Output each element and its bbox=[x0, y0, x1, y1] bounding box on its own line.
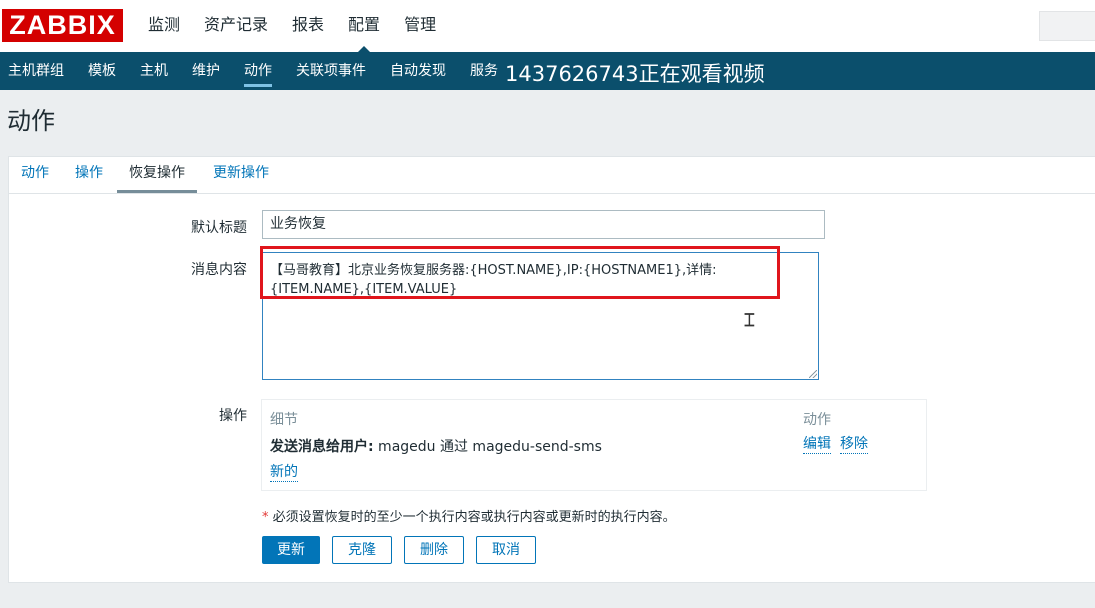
update-button[interactable]: 更新 bbox=[262, 536, 320, 564]
sub-menu-host-groups[interactable]: 主机群组 bbox=[8, 52, 64, 90]
search-input[interactable] bbox=[1039, 11, 1095, 41]
delete-button[interactable]: 删除 bbox=[404, 536, 464, 564]
col-action-header: 动作 bbox=[803, 412, 831, 428]
operations-label: 操作 bbox=[219, 408, 247, 424]
top-menu-inventory[interactable]: 资产记录 bbox=[204, 0, 268, 52]
tab-update-operations[interactable]: 更新操作 bbox=[213, 157, 269, 193]
sub-menu-templates[interactable]: 模板 bbox=[88, 52, 116, 90]
col-details-header: 细节 bbox=[270, 412, 298, 428]
clone-button[interactable]: 克隆 bbox=[332, 536, 392, 564]
sub-menu: 主机群组 模板 主机 维护 动作 关联项事件 自动发现 服务 bbox=[8, 52, 522, 90]
remove-link[interactable]: 移除 bbox=[840, 435, 868, 454]
top-menu-monitoring[interactable]: 监测 bbox=[148, 0, 180, 52]
page-title: 动作 bbox=[7, 107, 55, 135]
tab-operations[interactable]: 操作 bbox=[75, 157, 103, 193]
action-form-card: 动作 操作 恢复操作 更新操作 默认标题 业务恢复 消息内容 【马哥教育】北京业… bbox=[8, 156, 1095, 583]
top-menu: 监测 资产记录 报表 配置 管理 bbox=[148, 0, 460, 52]
required-note-text: 必须设置恢复时的至少一个执行内容或执行内容或更新时的执行内容。 bbox=[268, 510, 676, 525]
sub-menu-services[interactable]: 服务 bbox=[470, 52, 498, 90]
tab-action[interactable]: 动作 bbox=[21, 157, 49, 193]
sub-menu-event-correlation[interactable]: 关联项事件 bbox=[296, 52, 366, 90]
edit-link[interactable]: 编辑 bbox=[803, 435, 831, 454]
sub-menu-maintenance[interactable]: 维护 bbox=[192, 52, 220, 90]
video-watermark: 1437626743正在观看视频 bbox=[505, 62, 765, 86]
operation-detail: magedu 通过 magedu-send-sms bbox=[373, 439, 602, 455]
sub-menu-hosts[interactable]: 主机 bbox=[140, 52, 168, 90]
top-menu-configuration[interactable]: 配置 bbox=[348, 0, 380, 52]
new-operation-link[interactable]: 新的 bbox=[270, 463, 298, 482]
operations-table: 细节 动作 发送消息给用户: magedu 通过 magedu-send-sms… bbox=[261, 399, 927, 491]
default-subject-input[interactable]: 业务恢复 bbox=[262, 210, 825, 239]
zabbix-logo[interactable]: ZABBIX bbox=[2, 9, 123, 42]
highlight-box bbox=[260, 246, 780, 299]
message-label: 消息内容 bbox=[191, 262, 247, 278]
text-cursor-icon: ⌶ bbox=[744, 310, 755, 331]
sub-menu-discovery[interactable]: 自动发现 bbox=[390, 52, 446, 90]
top-menu-reports[interactable]: 报表 bbox=[292, 0, 324, 52]
operation-row: 发送消息给用户: magedu 通过 magedu-send-sms bbox=[270, 436, 602, 456]
tab-recovery-operations[interactable]: 恢复操作 bbox=[117, 157, 197, 193]
top-navigation: ZABBIX 监测 资产记录 报表 配置 管理 bbox=[0, 0, 1095, 52]
sub-menu-actions[interactable]: 动作 bbox=[244, 52, 272, 90]
form-tabs: 动作 操作 恢复操作 更新操作 bbox=[9, 157, 1095, 194]
cancel-button[interactable]: 取消 bbox=[476, 536, 536, 564]
resize-handle-icon[interactable] bbox=[809, 370, 817, 378]
operation-type: 发送消息给用户: bbox=[270, 439, 374, 455]
required-note: * 必须设置恢复时的至少一个执行内容或执行内容或更新时的执行内容。 bbox=[262, 506, 676, 525]
top-menu-administration[interactable]: 管理 bbox=[404, 0, 436, 52]
default-subject-label: 默认标题 bbox=[191, 220, 247, 236]
